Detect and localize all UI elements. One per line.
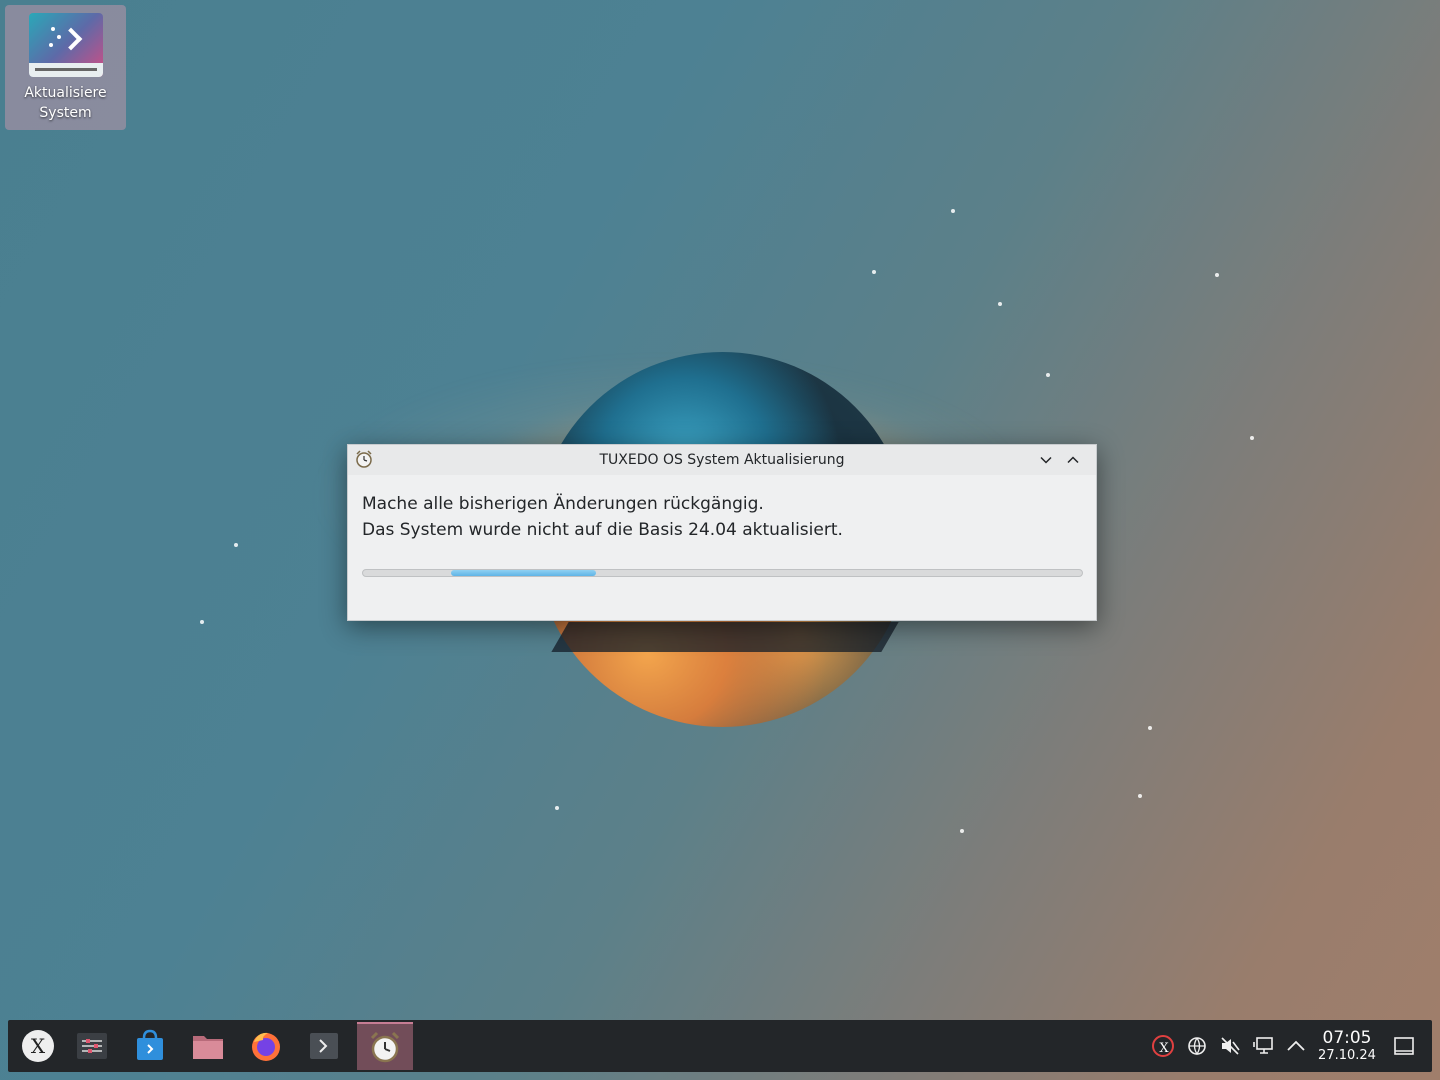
star <box>200 620 204 624</box>
firefox-launcher[interactable] <box>238 1022 294 1070</box>
clock-date: 27.10.24 <box>1318 1048 1376 1063</box>
chevron-down-icon <box>1040 456 1052 464</box>
progress-indicator <box>451 570 596 576</box>
file-manager-launcher[interactable] <box>180 1022 236 1070</box>
file-manager-icon <box>193 1036 223 1059</box>
star <box>1138 794 1142 798</box>
terminal-launcher[interactable] <box>296 1022 352 1070</box>
control-center-icon <box>77 1033 107 1059</box>
volume-tray[interactable] <box>1218 1034 1242 1058</box>
svg-text:X: X <box>31 1034 46 1058</box>
network-tray[interactable] <box>1185 1034 1209 1058</box>
star <box>951 209 955 213</box>
minimize-button[interactable] <box>1036 450 1056 470</box>
svg-text:X: X <box>1159 1041 1169 1056</box>
digital-clock[interactable]: 07:05 27.10.24 <box>1314 1028 1380 1064</box>
chevron-up-icon <box>1067 456 1079 464</box>
star <box>1148 726 1152 730</box>
star <box>234 543 238 547</box>
control-center-launcher[interactable] <box>64 1022 120 1070</box>
star <box>998 302 1002 306</box>
network-icon <box>1188 1037 1206 1056</box>
tuxedo-control-tray[interactable]: X <box>1151 1034 1175 1058</box>
terminal-icon <box>310 1033 338 1059</box>
software-store-launcher[interactable] <box>122 1022 178 1070</box>
dialog-titlebar[interactable]: TUXEDO OS System Aktualisierung <box>348 445 1096 475</box>
tuxedo-update-icon <box>28 13 103 77</box>
desktop-icon-label: Aktualisiere System <box>24 85 107 121</box>
volume-muted-icon <box>1221 1037 1240 1055</box>
update-alarm-icon <box>370 1031 400 1063</box>
dialog-title: TUXEDO OS System Aktualisierung <box>599 452 845 468</box>
task-update-dialog[interactable] <box>357 1022 413 1070</box>
maximize-button[interactable] <box>1063 450 1083 470</box>
application-menu-button[interactable]: X <box>10 1022 66 1070</box>
dialog-message: Mache alle bisherigen Änderungen rückgän… <box>362 491 843 543</box>
message-line-1: Mache alle bisherigen Änderungen rückgän… <box>362 494 764 514</box>
software-store-icon <box>137 1029 163 1060</box>
wallpaper-band <box>551 622 899 652</box>
star <box>960 829 964 833</box>
desktop-icon-update-system[interactable]: Aktualisiere System <box>5 5 126 130</box>
star <box>872 270 876 274</box>
update-dialog: TUXEDO OS System Aktualisierung Mache al… <box>347 444 1097 621</box>
chevron-up-icon <box>1287 1040 1305 1051</box>
clock-time: 07:05 <box>1322 1028 1372 1048</box>
show-desktop-button[interactable] <box>1392 1034 1416 1058</box>
tuxedo-menu-icon: X <box>22 1030 54 1062</box>
star <box>1250 436 1254 440</box>
display-tray[interactable] <box>1252 1034 1276 1058</box>
star <box>1215 273 1219 277</box>
taskbar: X X 07:05 27.10.24 <box>8 1020 1432 1072</box>
message-line-2: Das System wurde nicht auf die Basis 24.… <box>362 520 843 540</box>
display-icon <box>1253 1037 1273 1054</box>
expand-tray-button[interactable] <box>1284 1034 1308 1058</box>
show-desktop-icon <box>1394 1037 1414 1055</box>
progress-bar <box>362 569 1083 577</box>
star <box>1046 373 1050 377</box>
star <box>555 806 559 810</box>
firefox-icon <box>252 1032 280 1061</box>
tuxedo-control-icon: X <box>1152 1035 1174 1057</box>
